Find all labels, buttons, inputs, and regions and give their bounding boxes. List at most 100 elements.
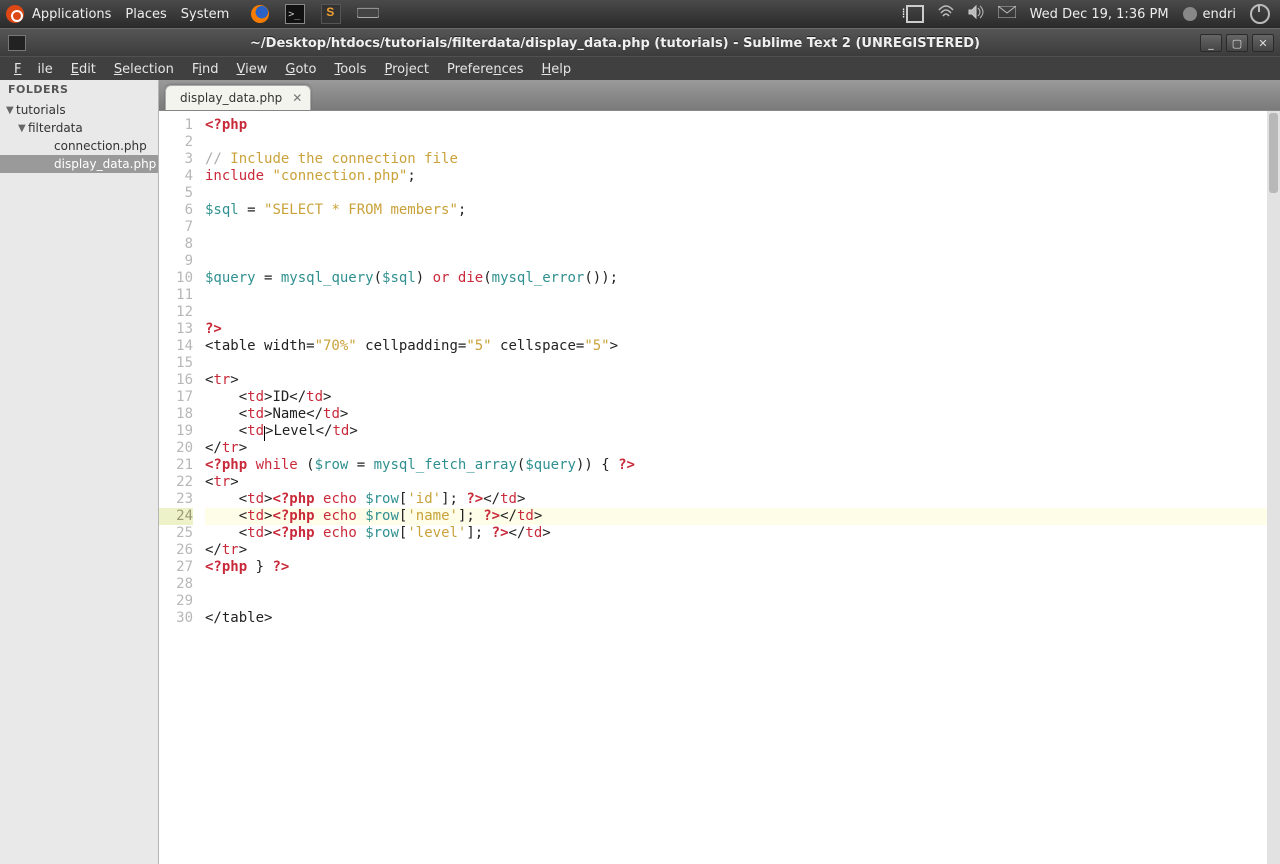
code-line[interactable]: <td><?php echo $row['name']; ?></td> (205, 508, 1280, 525)
token: ]; (441, 491, 466, 507)
menu-tools[interactable]: Tools (326, 60, 374, 79)
wifi-icon[interactable] (938, 5, 954, 23)
token: < (205, 389, 247, 405)
token: > (239, 542, 247, 558)
token: ()); (584, 270, 618, 286)
code-line[interactable]: <?php (205, 117, 1280, 134)
code-line[interactable]: $query = mysql_query($sql) or die(mysql_… (205, 270, 1280, 287)
close-button[interactable]: ✕ (1252, 34, 1274, 52)
code-line[interactable]: </table> (205, 610, 1280, 627)
token: ( (483, 270, 491, 286)
code-line[interactable] (205, 355, 1280, 372)
token: td (247, 491, 264, 507)
code-line[interactable]: <td>Name</td> (205, 406, 1280, 423)
window-app-icon (8, 35, 26, 51)
code-area[interactable]: <?php // Include the connection fileincl… (201, 111, 1280, 864)
code-editor[interactable]: 1234567891011121314151617181920212223242… (159, 111, 1280, 864)
code-line[interactable]: // Include the connection file (205, 151, 1280, 168)
token: mysql_query (281, 270, 374, 286)
scrollbar-thumb[interactable] (1269, 113, 1278, 193)
folder-node[interactable]: ▼filterdata (0, 119, 158, 137)
user-icon (1183, 7, 1197, 21)
file-node[interactable]: display_data.php (0, 155, 158, 173)
token: ]; (466, 525, 491, 541)
token: td (332, 423, 349, 439)
clock[interactable]: Wed Dec 19, 1:36 PM (1030, 7, 1169, 22)
code-line[interactable] (205, 253, 1280, 270)
token: td (500, 491, 517, 507)
code-line[interactable]: <td><?php echo $row['id']; ?></td> (205, 491, 1280, 508)
menu-edit[interactable]: Edit (63, 60, 104, 79)
volume-icon[interactable] (968, 5, 984, 23)
code-line[interactable]: ?> (205, 321, 1280, 338)
token: 'level' (407, 525, 466, 541)
sublime-icon[interactable] (321, 4, 341, 24)
token: < (205, 491, 247, 507)
code-line[interactable]: </tr> (205, 440, 1280, 457)
terminal-icon[interactable] (285, 4, 305, 24)
menu-project[interactable]: Project (377, 60, 438, 79)
menu-help[interactable]: Help (533, 60, 579, 79)
mail-icon[interactable] (998, 6, 1016, 22)
code-line[interactable]: <td>Level</td> (205, 423, 1280, 440)
token: </ (205, 542, 222, 558)
code-line[interactable] (205, 185, 1280, 202)
token: td (247, 389, 264, 405)
code-line[interactable] (205, 287, 1280, 304)
keyboard-icon[interactable] (357, 5, 379, 23)
firefox-icon[interactable] (251, 5, 269, 23)
code-line[interactable]: $sql = "SELECT * FROM members"; (205, 202, 1280, 219)
code-line[interactable]: <?php } ?> (205, 559, 1280, 576)
token: tr (222, 542, 239, 558)
editor-scrollbar[interactable] (1267, 111, 1280, 864)
token: "SELECT * FROM members" (264, 202, 458, 218)
folder-node[interactable]: ▼tutorials (0, 101, 158, 119)
token: td (247, 525, 264, 541)
code-line[interactable]: <table width="70%" cellpadding="5" cells… (205, 338, 1280, 355)
code-line[interactable]: <?php while ($row = mysql_fetch_array($q… (205, 457, 1280, 474)
menu-file[interactable]: File (6, 60, 61, 79)
code-line[interactable]: <tr> (205, 372, 1280, 389)
token: <?php (272, 508, 314, 524)
tab-close-icon[interactable]: ✕ (292, 91, 302, 105)
ubuntu-icon[interactable] (6, 5, 24, 23)
line-number: 11 (159, 287, 193, 304)
token: $query (525, 457, 576, 473)
code-line[interactable]: </tr> (205, 542, 1280, 559)
tree-node-label: display_data.php (54, 157, 156, 171)
code-line[interactable] (205, 134, 1280, 151)
indicator-icon[interactable]: ⁞ (901, 5, 923, 23)
code-line[interactable] (205, 219, 1280, 236)
code-line[interactable] (205, 304, 1280, 321)
code-line[interactable]: include "connection.php"; (205, 168, 1280, 185)
code-line[interactable] (205, 236, 1280, 253)
maximize-button[interactable]: ▢ (1226, 34, 1248, 52)
code-line[interactable]: <td>ID</td> (205, 389, 1280, 406)
minimize-button[interactable]: _ (1200, 34, 1222, 52)
token: = (348, 457, 373, 473)
code-line[interactable]: <td><?php echo $row['level']; ?></td> (205, 525, 1280, 542)
panel-menu-applications[interactable]: Applications (32, 7, 111, 22)
user-menu[interactable]: endri (1183, 7, 1236, 22)
code-line[interactable] (205, 593, 1280, 610)
window-titlebar[interactable]: ~/Desktop/htdocs/tutorials/filterdata/di… (0, 28, 1280, 57)
menu-goto[interactable]: Goto (277, 60, 324, 79)
panel-menu-system[interactable]: System (181, 7, 229, 22)
menu-view[interactable]: View (229, 60, 276, 79)
file-node[interactable]: connection.php (0, 137, 158, 155)
tab-display-data[interactable]: display_data.php ✕ (165, 85, 311, 110)
menu-selection[interactable]: Selection (106, 60, 182, 79)
token: < (205, 423, 247, 439)
token: > (323, 389, 331, 405)
code-line[interactable]: <tr> (205, 474, 1280, 491)
code-line[interactable] (205, 576, 1280, 593)
text-cursor (264, 426, 265, 441)
menu-find[interactable]: Find (184, 60, 227, 79)
panel-menu-places[interactable]: Places (125, 7, 166, 22)
menu-preferences[interactable]: Preferences (439, 60, 531, 79)
token: $query (205, 270, 256, 286)
power-icon[interactable] (1250, 4, 1270, 24)
tree-node-label: tutorials (16, 103, 66, 117)
token: "5" (466, 338, 491, 354)
token: ( (298, 457, 315, 473)
